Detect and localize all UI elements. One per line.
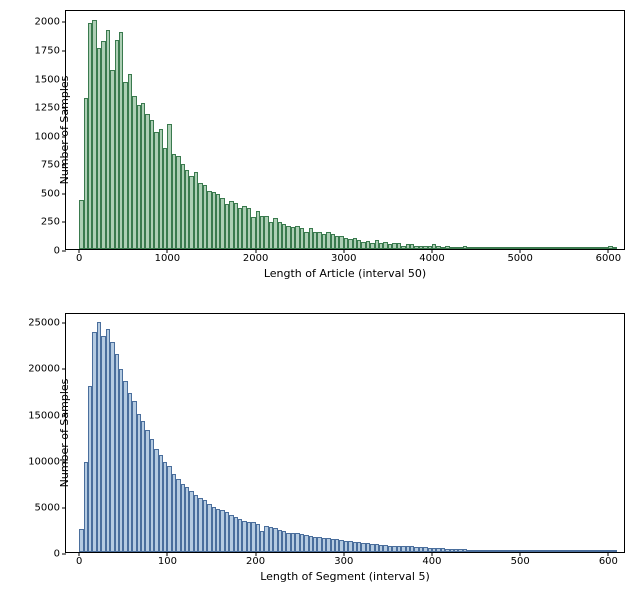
x-tick-label: 5000 [507, 253, 532, 264]
histogram-bar [613, 550, 617, 552]
y-tick-label: 10000 [28, 456, 60, 467]
histogram-bar [613, 247, 617, 249]
y-tick-label: 1500 [35, 74, 60, 85]
x-tick-label: 500 [511, 556, 530, 567]
y-tick-label: 0 [54, 549, 60, 560]
figure: Length of Article (interval 50) Number o… [0, 0, 640, 591]
y-tick-label: 250 [41, 217, 60, 228]
x-tick-label: 300 [334, 556, 353, 567]
y-tick-label: 750 [41, 160, 60, 171]
histogram-article-length: Length of Article (interval 50) Number o… [65, 10, 625, 250]
x-tick-label: 200 [246, 556, 265, 567]
x-tick-label: 4000 [419, 253, 444, 264]
y-tick-label: 0 [54, 246, 60, 257]
y-tick-label: 5000 [35, 502, 60, 513]
x-tick-label: 3000 [331, 253, 356, 264]
y-tick-label: 1000 [35, 131, 60, 142]
y-tick-label: 1250 [35, 103, 60, 114]
x-tick-label: 0 [76, 253, 82, 264]
x-tick-label: 100 [158, 556, 177, 567]
y-axis-label: Number of Samples [58, 379, 71, 488]
x-tick-label: 0 [76, 556, 82, 567]
x-axis-label: Length of Article (interval 50) [264, 267, 426, 280]
x-tick-label: 2000 [243, 253, 268, 264]
x-tick-label: 1000 [155, 253, 180, 264]
y-tick-label: 2000 [35, 17, 60, 28]
y-tick-label: 20000 [28, 364, 60, 375]
x-tick-label: 400 [422, 556, 441, 567]
histogram-segment-length: Length of Segment (interval 5) Number of… [65, 313, 625, 553]
x-axis-label: Length of Segment (interval 5) [260, 570, 430, 583]
y-tick-label: 500 [41, 188, 60, 199]
plot-area [66, 314, 624, 552]
plot-area [66, 11, 624, 249]
x-tick-label: 600 [599, 556, 618, 567]
y-tick-label: 25000 [28, 318, 60, 329]
x-tick-label: 6000 [596, 253, 621, 264]
y-tick-label: 1750 [35, 46, 60, 57]
y-tick-label: 15000 [28, 410, 60, 421]
